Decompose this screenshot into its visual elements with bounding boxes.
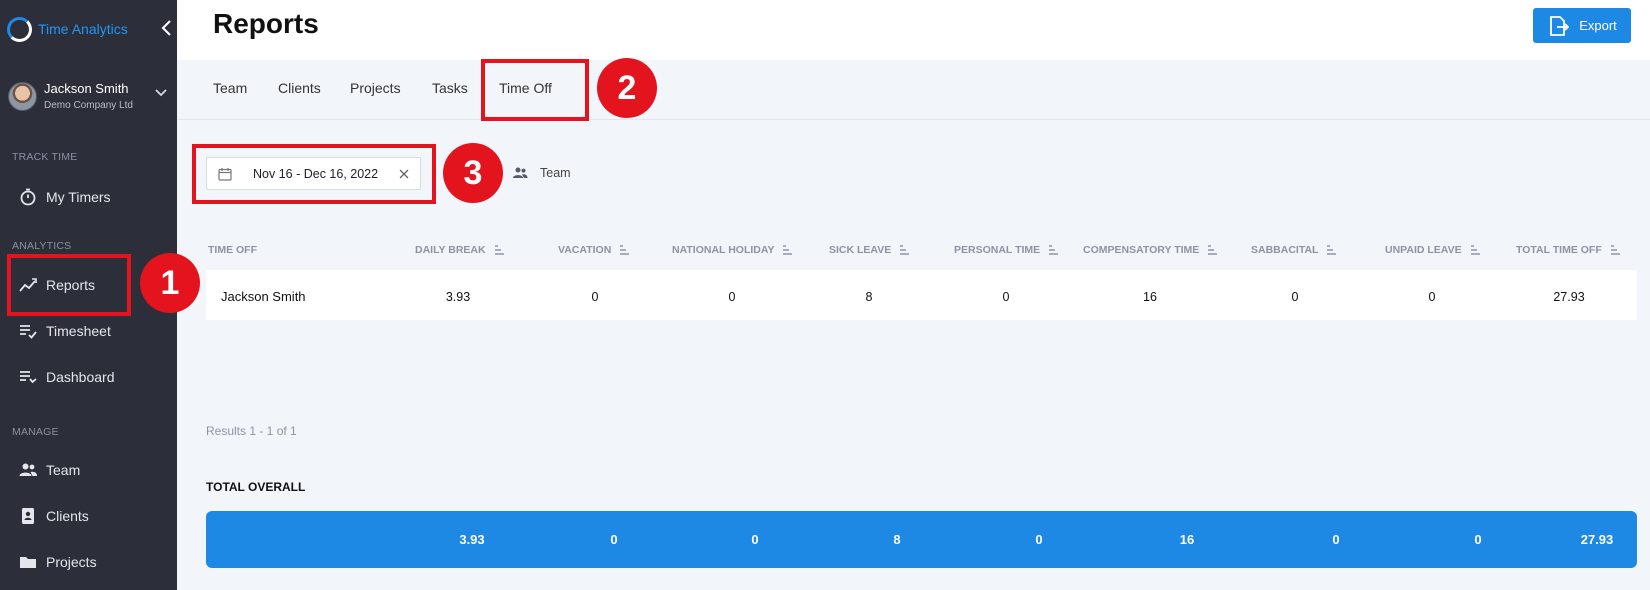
column-header-time-off[interactable]: TIME OFF (208, 244, 257, 256)
row-user-name: Jackson Smith (221, 289, 306, 304)
column-header-vacation[interactable]: VACATION (558, 244, 630, 256)
export-file-icon (1550, 15, 1570, 36)
sidebar-item-my-timers[interactable]: My Timers (18, 183, 111, 211)
section-analytics: ANALYTICS (12, 240, 72, 252)
people-icon (513, 167, 528, 178)
annotation-badge-3: 3 (443, 143, 503, 203)
sort-icon (1208, 245, 1218, 255)
sort-icon (900, 245, 910, 255)
sidebar-item-label: Projects (46, 554, 97, 570)
highlight-box-date-range (192, 144, 436, 204)
column-header-personal-time[interactable]: PERSONAL TIME (954, 244, 1059, 256)
brand[interactable]: Time Analytics (7, 16, 128, 42)
total-personal-time: 0 (1035, 532, 1043, 547)
cell-sabbacital: 0 (1291, 290, 1299, 304)
export-label: Export (1579, 18, 1617, 33)
chevron-down-icon (155, 89, 167, 97)
tab-team[interactable]: Team (213, 80, 247, 96)
avatar (8, 81, 37, 111)
sidebar-item-label: Team (46, 462, 81, 478)
team-filter-label: Team (540, 166, 571, 180)
export-button[interactable]: Export (1533, 8, 1631, 43)
highlight-box-time-off (481, 59, 589, 121)
total-overall-bar (206, 511, 1637, 568)
cell-vacation: 0 (591, 290, 599, 304)
sidebar-item-dashboard[interactable]: Dashboard (18, 363, 115, 391)
sidebar-item-clients[interactable]: Clients (18, 502, 89, 530)
tab-clients[interactable]: Clients (278, 80, 321, 96)
total-total-time-off: 27.93 (1580, 532, 1614, 547)
people-icon (19, 463, 37, 476)
sort-icon (1049, 245, 1059, 255)
sort-icon (783, 245, 793, 255)
results-count: Results 1 - 1 of 1 (206, 424, 297, 438)
total-unpaid-leave: 0 (1474, 532, 1482, 547)
sidebar-item-label: Clients (46, 508, 89, 524)
cell-sick-leave: 8 (865, 290, 873, 304)
team-filter[interactable]: Team (512, 165, 571, 181)
column-header-sabbacital[interactable]: SABBACITAL (1251, 244, 1337, 256)
annotation-badge-1: 1 (140, 253, 200, 313)
logo-icon (7, 16, 32, 42)
total-national-holiday: 0 (751, 532, 759, 547)
user-menu[interactable]: Jackson Smith Demo Company Ltd (8, 78, 172, 114)
total-overall-label: TOTAL OVERALL (206, 480, 306, 494)
sidebar-item-label: Timesheet (46, 323, 111, 339)
cell-national-holiday: 0 (728, 290, 736, 304)
sidebar-item-projects[interactable]: Projects (18, 548, 97, 576)
column-header-total-time-off[interactable]: TOTAL TIME OFF (1516, 244, 1620, 256)
collapse-sidebar-button[interactable] (160, 18, 174, 38)
cell-total-time-off: 27.93 (1553, 290, 1585, 304)
report-tabs: Team Clients Projects Tasks Time Off (177, 60, 1650, 120)
section-track-time: TRACK TIME (12, 151, 78, 163)
sort-icon (494, 245, 504, 255)
section-manage: MANAGE (12, 426, 59, 438)
sidebar-item-team[interactable]: Team (18, 456, 80, 484)
cell-compensatory-time: 16 (1143, 290, 1157, 304)
sort-icon (1610, 245, 1620, 255)
list-check-icon (20, 371, 37, 384)
user-name: Jackson Smith (44, 81, 129, 96)
checklist-icon (20, 325, 37, 339)
total-sabbacital: 0 (1332, 532, 1340, 547)
total-vacation: 0 (610, 532, 618, 547)
highlight-box-reports (7, 254, 131, 316)
sidebar-item-label: My Timers (46, 189, 111, 205)
user-company: Demo Company Ltd (44, 100, 133, 111)
sort-icon (1327, 245, 1337, 255)
chevron-left-icon (161, 20, 171, 36)
total-compensatory-time: 16 (1179, 532, 1195, 547)
cell-unpaid-leave: 0 (1428, 290, 1436, 304)
column-header-national-holiday[interactable]: NATIONAL HOLIDAY (672, 244, 793, 256)
page-title: Reports (213, 8, 319, 39)
table-row (206, 270, 1637, 320)
stopwatch-icon (20, 188, 36, 206)
sidebar-item-timesheet[interactable]: Timesheet (18, 317, 111, 345)
column-header-compensatory-time[interactable]: COMPENSATORY TIME (1083, 244, 1218, 256)
column-header-unpaid-leave[interactable]: UNPAID LEAVE (1385, 244, 1480, 256)
sort-icon (1470, 245, 1480, 255)
tab-projects[interactable]: Projects (350, 80, 401, 96)
brand-name: Time Analytics (38, 21, 128, 37)
column-header-daily-break[interactable]: DAILY BREAK (415, 244, 504, 256)
annotation-badge-2: 2 (597, 58, 657, 118)
page-header: Reports Export (177, 0, 1650, 60)
column-header-sick-leave[interactable]: SICK LEAVE (829, 244, 910, 256)
folder-icon (20, 557, 36, 568)
total-daily-break: 3.93 (459, 532, 485, 547)
tab-tasks[interactable]: Tasks (432, 80, 468, 96)
cell-daily-break: 3.93 (445, 290, 471, 304)
contact-card-icon (22, 508, 34, 524)
total-sick-leave: 8 (893, 532, 901, 547)
sort-icon (620, 245, 630, 255)
sidebar-item-label: Dashboard (46, 369, 115, 385)
cell-personal-time: 0 (1002, 290, 1010, 304)
